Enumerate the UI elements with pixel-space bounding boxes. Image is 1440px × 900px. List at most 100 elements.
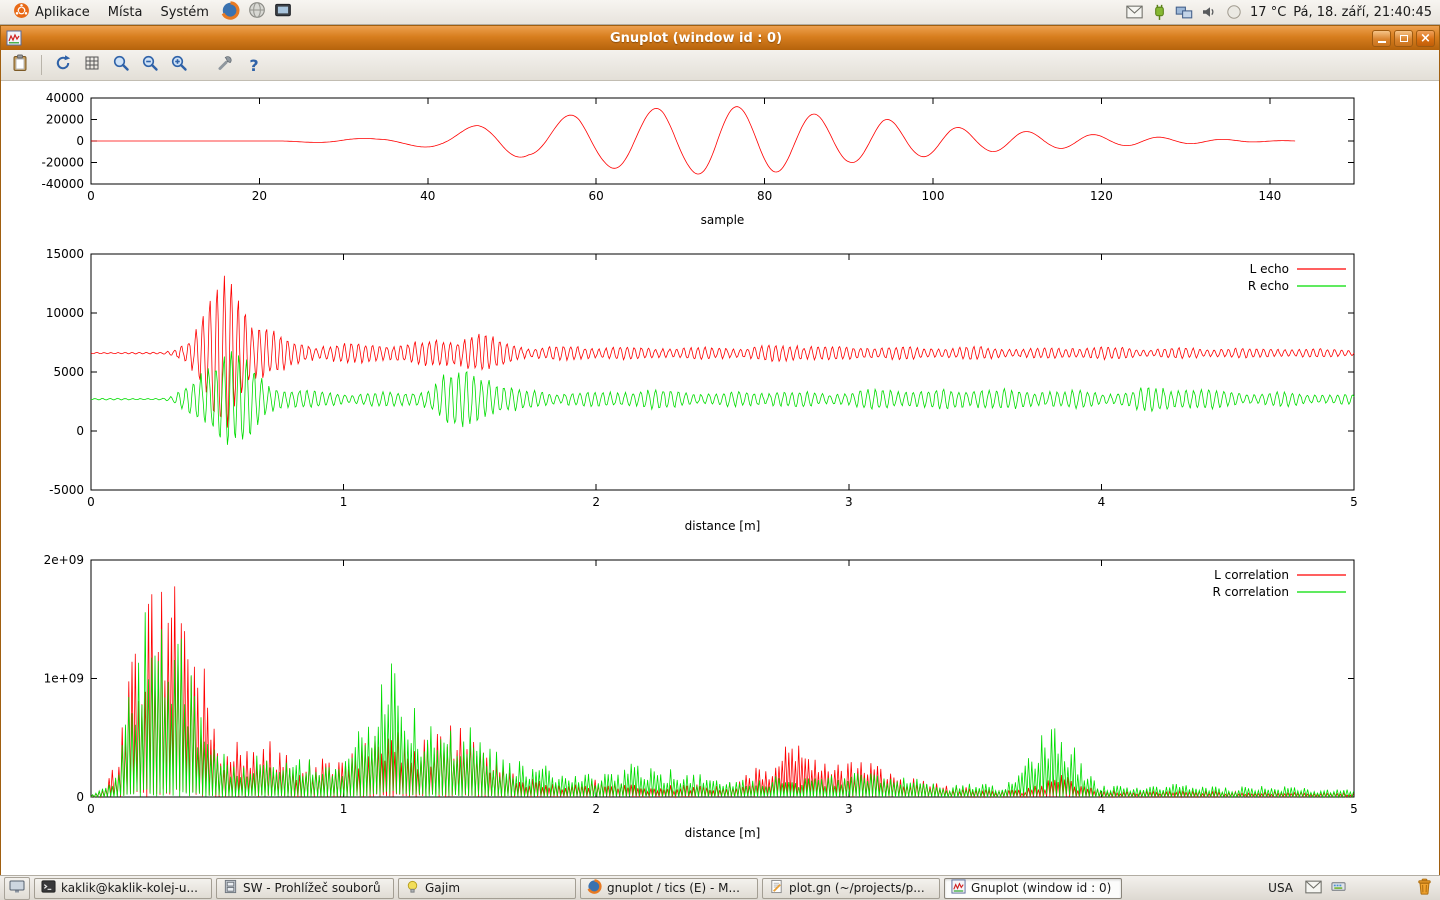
temperature-label[interactable]: 17 °C	[1250, 5, 1286, 20]
replot-button[interactable]	[50, 53, 76, 77]
task-text-editor[interactable]: plot.gn (~/projects/p...	[762, 878, 940, 899]
magnifier-minus-icon	[141, 54, 159, 76]
svg-text:80: 80	[757, 189, 772, 203]
magnifier-icon	[112, 54, 130, 76]
text-editor-icon	[769, 879, 784, 897]
firefox-icon	[587, 879, 602, 897]
magnifier-plus-icon	[170, 54, 188, 76]
system-menu-label: Systém	[160, 5, 208, 20]
taskbar-tray: USA	[1264, 877, 1436, 899]
task-file-browser[interactable]: SW - Prohlížeč souborů	[216, 878, 394, 899]
svg-text:-20000: -20000	[41, 156, 84, 170]
toggle-grid-button[interactable]	[79, 53, 105, 77]
power-icon[interactable]	[1150, 4, 1168, 21]
terminal-icon	[41, 879, 56, 897]
task-gnuplot[interactable]: Gnuplot (window id : 0)	[944, 878, 1122, 899]
configure-button[interactable]	[212, 53, 238, 77]
maximize-button[interactable]	[1394, 30, 1413, 47]
svg-text:120: 120	[1090, 189, 1113, 203]
toolbar: ?	[1, 50, 1439, 81]
minimize-button[interactable]	[1372, 30, 1391, 47]
svg-text:5: 5	[1350, 802, 1358, 816]
copy-to-clipboard-button[interactable]	[7, 53, 33, 77]
screenshot-tool-launcher[interactable]	[271, 1, 295, 24]
svg-text:R echo: R echo	[1248, 279, 1289, 293]
globe-launcher[interactable]	[245, 1, 269, 24]
task-gajim[interactable]: Gajim	[398, 878, 576, 899]
mail-icon[interactable]	[1125, 4, 1143, 21]
volume-icon[interactable]	[1200, 4, 1218, 21]
svg-text:0: 0	[76, 790, 84, 804]
svg-text:1: 1	[340, 802, 348, 816]
task-firefox[interactable]: gnuplot / tics (E) - M...	[580, 878, 758, 899]
svg-text:2: 2	[592, 495, 600, 509]
svg-text:2e+09: 2e+09	[44, 553, 84, 567]
desktop: Aplikace Místa Systém	[0, 0, 1440, 900]
applications-menu[interactable]: Aplikace	[5, 0, 98, 25]
zoom-in-button[interactable]	[166, 53, 192, 77]
svg-text:20: 20	[252, 189, 267, 203]
places-menu[interactable]: Místa	[100, 3, 151, 22]
svg-text:40: 40	[420, 189, 435, 203]
correlation-chart[interactable]: 01234501e+092e+09distance [m]L correlati…	[1, 542, 1439, 850]
globe-icon	[248, 1, 266, 23]
clipboard-icon	[11, 54, 29, 76]
input-method-icon[interactable]	[1330, 879, 1347, 897]
zoom-button[interactable]	[108, 53, 134, 77]
task-label: Gnuplot (window id : 0)	[971, 881, 1115, 895]
firefox-launcher[interactable]	[219, 1, 243, 24]
svg-text:R correlation: R correlation	[1212, 585, 1289, 599]
svg-text:distance [m]: distance [m]	[685, 519, 761, 533]
svg-text:0: 0	[76, 134, 84, 148]
svg-text:10000: 10000	[46, 306, 84, 320]
question-mark-icon: ?	[249, 56, 258, 75]
help-button[interactable]: ?	[241, 53, 267, 77]
svg-text:-5000: -5000	[49, 483, 84, 497]
svg-text:4: 4	[1098, 495, 1106, 509]
show-desktop-button[interactable]	[4, 877, 30, 900]
svg-text:sample: sample	[701, 213, 745, 227]
gajim-icon	[405, 879, 420, 897]
svg-text:1e+09: 1e+09	[44, 672, 84, 686]
close-button[interactable]: ×	[1416, 30, 1435, 47]
refresh-icon	[54, 54, 72, 76]
weather-icon[interactable]	[1225, 4, 1243, 21]
svg-text:1: 1	[340, 495, 348, 509]
minimize-glyph	[1378, 41, 1386, 43]
task-label: gnuplot / tics (E) - M...	[607, 881, 751, 895]
plot-area[interactable]: 020406080100120140-40000-200000200004000…	[1, 81, 1439, 877]
ubuntu-logo-icon	[13, 2, 30, 23]
applications-menu-label: Aplikace	[35, 5, 90, 20]
system-menu[interactable]: Systém	[152, 3, 216, 22]
firefox-icon	[221, 1, 240, 24]
svg-text:3: 3	[845, 802, 853, 816]
svg-text:-40000: -40000	[41, 177, 84, 191]
titlebar[interactable]: Gnuplot (window id : 0) ×	[1, 26, 1439, 50]
network-icon[interactable]	[1175, 4, 1193, 21]
svg-text:5000: 5000	[53, 365, 84, 379]
svg-text:0: 0	[76, 424, 84, 438]
svg-text:15000: 15000	[46, 247, 84, 261]
svg-text:distance [m]: distance [m]	[685, 826, 761, 840]
echo-chart[interactable]: 012345-5000050001000015000distance [m]L …	[1, 234, 1439, 542]
svg-text:0: 0	[87, 189, 95, 203]
grid-icon	[83, 54, 101, 76]
maximize-glyph	[1400, 35, 1408, 42]
sample-waveform-chart[interactable]: 020406080100120140-40000-200000200004000…	[1, 84, 1439, 234]
mail-icon[interactable]	[1305, 880, 1322, 897]
clock-applet[interactable]: Pá, 18. září, 21:40:45	[1293, 5, 1432, 20]
taskbar: kaklik@kaklik-kolej-u... SW - Prohlížeč …	[0, 875, 1440, 900]
task-label: Gajim	[425, 881, 569, 895]
svg-text:60: 60	[589, 189, 604, 203]
window-controls: ×	[1369, 30, 1435, 47]
toolbar-separator	[41, 55, 42, 75]
task-terminal[interactable]: kaklik@kaklik-kolej-u...	[34, 878, 212, 899]
file-manager-icon	[223, 879, 238, 897]
zoom-out-button[interactable]	[137, 53, 163, 77]
show-desktop-icon	[9, 880, 25, 897]
svg-text:2: 2	[592, 802, 600, 816]
gnuplot-window-icon	[5, 29, 23, 47]
keyboard-layout-indicator[interactable]: USA	[1264, 880, 1297, 896]
trash-icon[interactable]	[1415, 877, 1434, 899]
svg-text:4: 4	[1098, 802, 1106, 816]
